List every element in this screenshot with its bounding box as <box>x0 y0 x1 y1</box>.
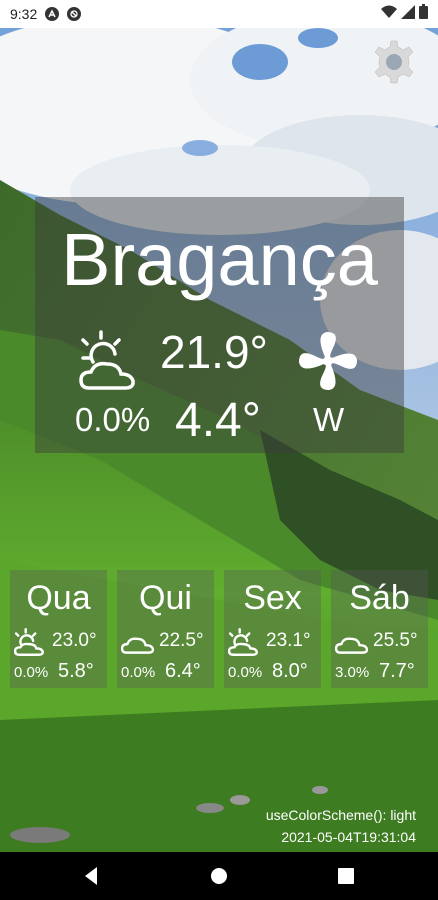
forecast-max-temp: 25.5° <box>373 630 418 651</box>
forecast-card: Qui 22.5° 0.0% 6.4° <box>117 570 214 688</box>
current-weather-panel: Bragança 21.9° 0.0% 4.4° W <box>35 197 404 453</box>
status-left: 9:32 <box>10 6 82 22</box>
a-circle-icon <box>45 7 60 21</box>
partly-cloudy-sun-icon <box>79 330 143 394</box>
current-wind-direction: W <box>313 401 345 438</box>
forecast-row: Qua 23.0° 0.0% 5.8° Qui 22.5° 0.0% 6.4° … <box>10 570 428 688</box>
home-button[interactable] <box>207 864 231 888</box>
forecast-max-temp: 23.0° <box>52 630 97 651</box>
current-wind-speed: 4.4° <box>175 394 261 447</box>
forecast-card: Sex 23.1° 0.0% 8.0° <box>224 570 321 688</box>
recents-button[interactable] <box>334 864 358 888</box>
fan-wind-icon <box>297 330 359 392</box>
forecast-min-temp: 8.0° <box>272 660 308 682</box>
forecast-day: Qui <box>139 579 192 617</box>
weather-app-screen: 9:32 Bragança 21.9° 0.0% 4.4° W Qua 23.0… <box>0 0 438 900</box>
forecast-card: Qua 23.0° 0.0% 5.8° <box>10 570 107 688</box>
recents-square-icon <box>338 868 354 884</box>
forecast-precipitation: 0.0% <box>121 664 156 681</box>
status-bar: 9:32 <box>0 0 438 28</box>
home-circle-icon <box>211 868 227 884</box>
status-time: 9:32 <box>10 6 38 22</box>
partly-cloudy-sun-icon <box>13 628 48 656</box>
city-name: Bragança <box>61 218 378 301</box>
forecast-min-temp: 7.7° <box>379 660 415 682</box>
forecast-day: Sex <box>243 579 302 617</box>
forecast-min-temp: 5.8° <box>58 660 94 682</box>
cloud-icon <box>334 628 369 656</box>
settings-button[interactable] <box>370 38 418 86</box>
timestamp-label: 2021-05-04T19:31:04 <box>281 829 416 845</box>
back-triangle-icon <box>85 867 97 885</box>
current-precipitation: 0.0% <box>75 401 151 438</box>
forecast-precipitation: 0.0% <box>228 664 263 681</box>
signal-icon <box>401 4 415 24</box>
wifi-icon <box>381 5 397 24</box>
forecast-card: Sáb 25.5° 3.0% 7.7° <box>331 570 428 688</box>
partly-cloudy-sun-icon <box>227 628 262 656</box>
cloud-icon <box>120 628 155 656</box>
back-button[interactable] <box>80 864 104 888</box>
battery-icon <box>419 4 428 24</box>
forecast-max-temp: 23.1° <box>266 630 311 651</box>
status-right <box>381 4 428 24</box>
color-scheme-label: useColorScheme(): light <box>265 807 416 823</box>
forecast-precipitation: 3.0% <box>335 664 370 681</box>
forecast-precipitation: 0.0% <box>14 664 49 681</box>
gear-icon <box>374 40 414 84</box>
current-temperature: 21.9° <box>160 326 268 378</box>
navigation-bar <box>0 852 438 900</box>
forecast-day: Qua <box>26 579 91 617</box>
forecast-day: Sáb <box>349 579 410 617</box>
forecast-min-temp: 6.4° <box>165 660 201 682</box>
forecast-max-temp: 22.5° <box>159 630 204 651</box>
blocked-circle-icon <box>67 7 82 21</box>
